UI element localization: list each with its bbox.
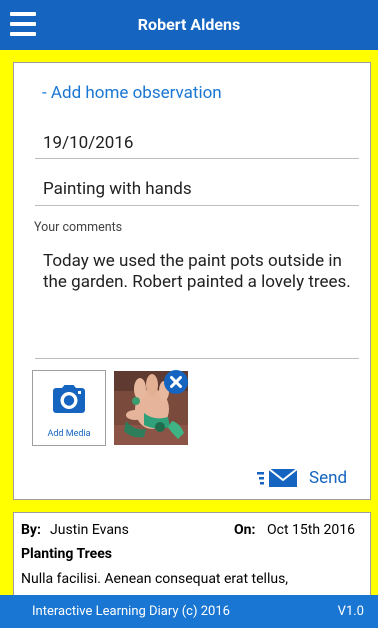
camera-icon bbox=[53, 385, 85, 413]
comments-textarea[interactable]: Today we used the paint pots outside in … bbox=[35, 251, 359, 359]
app-header: Robert Aldens bbox=[0, 0, 378, 50]
date-field[interactable]: 19/10/2016 bbox=[35, 133, 359, 159]
app-version: V1.0 bbox=[337, 604, 364, 619]
add-media-button[interactable]: Add Media bbox=[32, 370, 106, 446]
date-value: Oct 15th 2016 bbox=[267, 522, 355, 538]
activity-field[interactable]: Painting with hands bbox=[35, 179, 359, 206]
observation-form: - Add home observation 19/10/2016 Painti… bbox=[13, 62, 371, 500]
comments-label: Your comments bbox=[34, 220, 123, 235]
send-button[interactable]: Send bbox=[257, 465, 357, 491]
footer-copyright: Interactive Learning Diary (c) 2016 bbox=[32, 604, 230, 619]
add-home-observation-link[interactable]: - Add home observation bbox=[42, 83, 222, 103]
date-label: On: bbox=[234, 522, 256, 538]
author-label: By: bbox=[21, 522, 41, 538]
entry-body: Nulla facilisi. Aenean consequat erat te… bbox=[21, 571, 289, 587]
remove-media-button[interactable] bbox=[164, 370, 188, 394]
entry-title: Planting Trees bbox=[21, 546, 112, 562]
app-footer: Interactive Learning Diary (c) 2016 V1.0 bbox=[0, 595, 378, 628]
author-value: Justin Evans bbox=[50, 522, 129, 538]
send-mail-icon bbox=[257, 468, 298, 487]
close-icon bbox=[164, 370, 188, 394]
send-label: Send bbox=[309, 468, 348, 488]
add-media-label: Add Media bbox=[47, 429, 91, 439]
page-title: Robert Aldens bbox=[137, 15, 241, 34]
